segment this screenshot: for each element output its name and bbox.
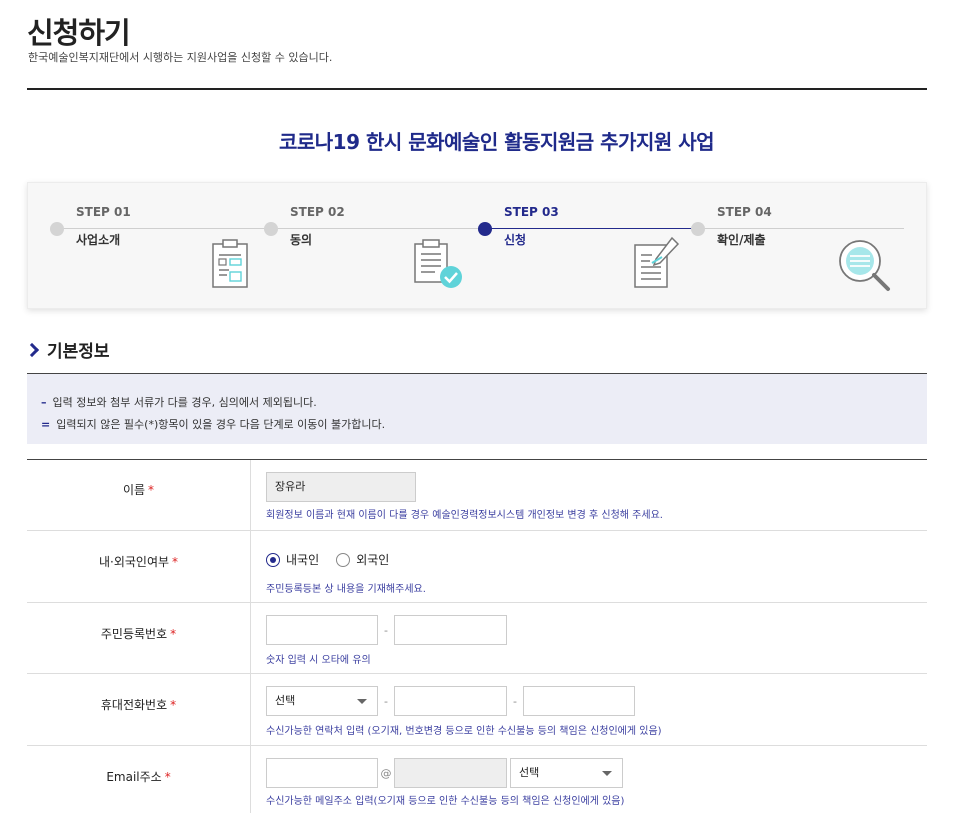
form-row-email: Email주소 * @ 선택 수신가능한 메일주소 입력(오기재 등으로 인한 수… <box>27 746 927 813</box>
at-sign: @ <box>380 766 392 780</box>
magnifier-icon <box>839 240 890 291</box>
notice-item: – 입력 정보와 첨부 서류가 다를 경우, 심의에서 제외됩니다. <box>41 396 317 409</box>
step-4: STEP 04 확인/제출 <box>691 205 772 248</box>
step-number: STEP 03 <box>504 205 559 219</box>
page-subtitle: 한국예술인복지재단에서 시행하는 지원사업을 신청할 수 있습니다. <box>28 51 333 64</box>
separator: - <box>513 694 517 708</box>
required-mark: * <box>170 627 177 641</box>
step-progress: STEP 01 사업소개 STEP 02 동의 STEP 03 신청 STEP … <box>27 182 927 309</box>
step-number: STEP 04 <box>717 205 772 219</box>
section-header: 기본정보 <box>24 337 110 362</box>
step-label: 확인/제출 <box>717 233 766 247</box>
field-cell: 내국인 외국인 주민등록등본 상 내용을 기재해주세요. <box>251 531 927 602</box>
step-1: STEP 01 사업소개 <box>50 205 131 248</box>
mobile-last-input[interactable] <box>523 686 635 716</box>
document-edit-icon <box>634 236 680 288</box>
field-hint: 수신가능한 연락처 입력 (오기재, 번호변경 등으로 인한 수신불능 등의 책… <box>266 726 662 737</box>
step-2: STEP 02 동의 <box>264 205 345 248</box>
mobile-middle-input[interactable] <box>394 686 507 716</box>
step-dot <box>50 222 64 236</box>
page-title: 신청하기 <box>27 16 131 50</box>
chevron-down-icon <box>602 771 612 776</box>
radio-foreign[interactable]: 외국인 <box>336 551 389 568</box>
required-mark: * <box>148 483 155 497</box>
field-label: 휴대전화번호 * <box>27 674 251 745</box>
bullet-icon: – <box>41 396 47 409</box>
bullet-icon: = <box>41 418 51 431</box>
step-number: STEP 02 <box>290 205 345 219</box>
title-divider <box>27 88 927 90</box>
step-3: STEP 03 신청 <box>478 205 559 248</box>
field-cell: 선택 - - 수신가능한 연락처 입력 (오기재, 번호변경 등으로 인한 수신불… <box>251 674 927 745</box>
resident-number-front-input[interactable] <box>266 615 378 645</box>
program-title-container: 코로나19 한시 문화예술인 활동지원금 추가지원 사업 <box>0 120 975 156</box>
form-row-resident-number: 주민등록번호 * - 숫자 입력 시 오타에 유의 <box>27 603 927 674</box>
form-row-nationality: 내·외국인여부 * 내국인 외국인 주민등록등본 상 내용을 기재해주세요. <box>27 531 927 603</box>
clipboard-check-icon <box>414 239 462 288</box>
name-field[interactable]: 장유라 <box>266 472 416 502</box>
field-cell: - 숫자 입력 시 오타에 유의 <box>251 603 927 673</box>
field-cell: 장유라 회원정보 이름과 현재 이름이 다를 경우 예술인경력정보시스템 개인정… <box>251 460 927 530</box>
radio-unchecked-icon <box>336 552 351 567</box>
email-domain-select[interactable]: 선택 <box>510 758 623 788</box>
title-highlight-bar <box>260 120 271 156</box>
chevron-right-icon <box>24 342 40 357</box>
separator: - <box>384 694 388 708</box>
step-dot-active <box>478 222 492 236</box>
field-hint: 회원정보 이름과 현재 이름이 다를 경우 예술인경력정보시스템 개인정보 변경… <box>266 510 663 521</box>
basic-info-form: 이름 * 장유라 회원정보 이름과 현재 이름이 다를 경우 예술인경력정보시스템… <box>27 459 927 813</box>
email-local-input[interactable] <box>266 758 378 788</box>
step-label: 사업소개 <box>76 233 121 247</box>
resident-number-back-input[interactable] <box>394 615 507 645</box>
field-cell: @ 선택 수신가능한 메일주소 입력(오기재 등으로 인한 수신불능 등의 책임… <box>251 746 927 813</box>
form-row-mobile: 휴대전화번호 * 선택 - - 수신가능한 연락처 입력 (오기재, 번호변경 등으… <box>27 674 927 746</box>
step-label: 동의 <box>290 233 313 247</box>
mobile-prefix-select[interactable]: 선택 <box>266 686 378 716</box>
radio-checked-icon <box>266 552 280 567</box>
field-hint: 숫자 입력 시 오타에 유의 <box>266 655 371 666</box>
required-mark: * <box>164 770 171 784</box>
notice-box: – 입력 정보와 첨부 서류가 다를 경우, 심의에서 제외됩니다. = 입력되지 … <box>27 373 927 444</box>
required-mark: * <box>170 698 177 712</box>
form-row-name: 이름 * 장유라 회원정보 이름과 현재 이름이 다를 경우 예술인경력정보시스템… <box>27 460 927 531</box>
radio-domestic[interactable]: 내국인 <box>266 551 319 568</box>
notice-item: = 입력되지 않은 필수(*)항목이 있을 경우 다음 단계로 이동이 불가합니다… <box>41 418 386 431</box>
chevron-down-icon <box>357 699 367 704</box>
field-hint: 수신가능한 메일주소 입력(오기재 등으로 인한 수신불능 등의 책임은 신청인… <box>266 796 625 807</box>
field-label: 주민등록번호 * <box>27 603 251 673</box>
field-hint: 주민등록등본 상 내용을 기재해주세요. <box>266 583 426 595</box>
separator: - <box>384 623 388 637</box>
program-title-text: 코로나19 한시 문화예술인 활동지원금 추가지원 사업 <box>278 130 715 154</box>
step-label: 신청 <box>504 233 527 247</box>
email-domain-input[interactable] <box>394 758 507 788</box>
section-title: 기본정보 <box>47 342 110 362</box>
required-mark: * <box>172 555 179 569</box>
field-label: 내·외국인여부 * <box>27 531 251 602</box>
step-dot <box>691 222 705 236</box>
step-number: STEP 01 <box>76 205 131 219</box>
field-label: 이름 * <box>27 460 251 530</box>
program-title: 코로나19 한시 문화예술인 활동지원금 추가지원 사업 <box>260 120 715 156</box>
clipboard-form-icon <box>212 239 248 288</box>
step-dot <box>264 222 278 236</box>
field-label: Email주소 * <box>27 746 251 813</box>
